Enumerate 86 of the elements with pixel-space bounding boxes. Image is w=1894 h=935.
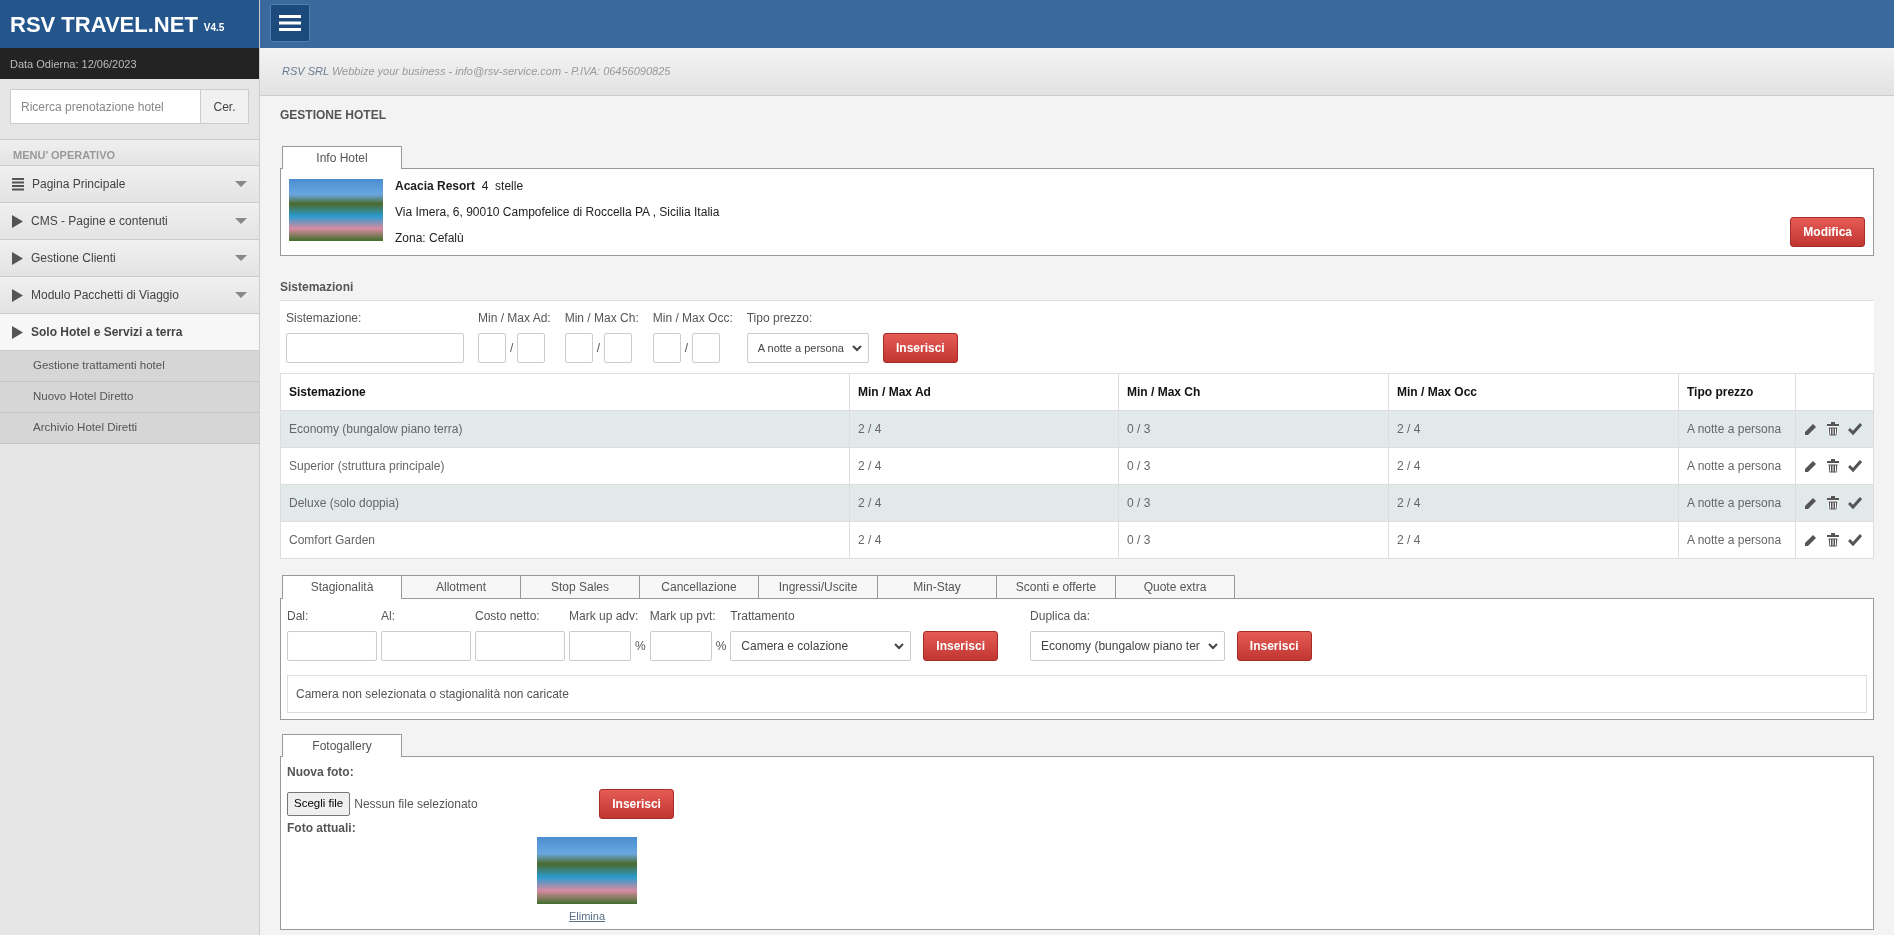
table-cell: Comfort Garden (280, 521, 850, 559)
status-message: Camera non selezionata o stagionalità non caricate (287, 675, 1867, 713)
separator-label: / (596, 340, 601, 357)
file-status: Nessun file selezionato (354, 796, 479, 813)
delete-link[interactable]: Elimina (568, 908, 606, 925)
field-label: Costo netto: (475, 608, 541, 625)
column-header: Tipo prezzo (1678, 373, 1796, 411)
tab[interactable]: Stagionalità (282, 575, 402, 599)
tab[interactable]: Stop Sales (520, 575, 640, 598)
field-label: Min / Max Ad: (478, 310, 551, 327)
table-cell: 2 / 4 (849, 447, 1119, 485)
version-label: V4.5 (203, 20, 225, 35)
tab[interactable]: Sconti e offerte (996, 575, 1116, 598)
brand-name: RSV TRAVEL.NET (10, 10, 198, 39)
tab[interactable]: Cancellazione (639, 575, 759, 598)
field-label: Foto attuali: (287, 820, 357, 837)
hotel-zone: Zona: Cefalù (395, 230, 465, 247)
table-cell: 2 / 4 (849, 484, 1119, 522)
field-label: Al: (381, 608, 396, 625)
menu-item[interactable]: Modulo Pacchetti di Viaggio (0, 277, 259, 314)
field-label: Mark up pvt: (649, 608, 717, 625)
table-cell: Economy (bungalow piano terra) (280, 410, 850, 448)
menu-item[interactable]: Gestione Clienti (0, 240, 259, 277)
hotel-address: Via Imera, 6, 90010 Campofelice di Roccella PA , Sicilia Italia (395, 204, 721, 221)
menu-item[interactable]: CMS - Pagine e contenuti (0, 203, 259, 240)
select-field[interactable]: Camera e colazione (730, 631, 912, 661)
table-cell: A notte a persona (1678, 410, 1796, 448)
column-header: Sistemazione (280, 373, 850, 411)
field-label: Min / Max Occ: (652, 310, 733, 327)
insert-button[interactable]: Inserisci (599, 789, 674, 819)
search-field[interactable]: Ricerca prenotazione hotel (10, 89, 201, 124)
column-header: Min / Max Occ (1388, 373, 1679, 411)
field-label: Mark up adv: (569, 608, 640, 625)
tab[interactable]: Quote extra (1115, 575, 1235, 598)
separator-label: / (684, 340, 689, 357)
hotel-name: Acacia Resort 4 stelle (395, 178, 525, 195)
page-title: GESTIONE HOTEL (280, 107, 387, 124)
edit-button[interactable]: Modifica (1790, 217, 1865, 247)
menu-item[interactable]: Pagina Principale (0, 166, 259, 203)
table-cell: 2 / 4 (1388, 484, 1679, 522)
field-label: Sistemazione: (286, 310, 363, 327)
table-cell: 0 / 3 (1118, 447, 1389, 485)
select-field[interactable]: Economy (bungalow piano ter (1030, 631, 1225, 661)
table-cell: Deluxe (solo doppia) (280, 484, 850, 522)
table-cell: 2 / 4 (1388, 521, 1679, 559)
percent-label: % (635, 638, 646, 655)
field-label: Duplica da: (1030, 608, 1092, 625)
table-cell: A notte a persona (1678, 447, 1796, 485)
date-label: Data Odierna: 12/06/2023 (0, 48, 259, 79)
field-label: Trattamento (730, 608, 796, 625)
tab[interactable]: Ingressi/Uscite (758, 575, 878, 598)
submenu-item[interactable]: Archivio Hotel Diretti (0, 413, 259, 444)
field-label: Nuova foto: (287, 764, 355, 781)
menu-item[interactable]: Solo Hotel e Servizi a terra (0, 314, 259, 351)
table-cell: A notte a persona (1678, 521, 1796, 559)
insert-button[interactable]: Inserisci (923, 631, 999, 661)
tab[interactable]: Allotment (401, 575, 521, 598)
table-cell: 2 / 4 (849, 410, 1119, 448)
table-cell: 2 / 4 (1388, 410, 1679, 448)
field-label: Dal: (287, 608, 310, 625)
insert-button[interactable]: Inserisci (882, 333, 958, 363)
table-cell: 2 / 4 (849, 521, 1119, 559)
submenu-item[interactable]: Nuovo Hotel Diretto (0, 382, 259, 413)
tab[interactable]: Min-Stay (877, 575, 997, 598)
select-field[interactable]: A notte a persona (746, 333, 869, 363)
insert-button[interactable]: Inserisci (1236, 631, 1312, 661)
table-cell: Superior (struttura principale) (280, 447, 850, 485)
table-cell: 0 / 3 (1118, 410, 1389, 448)
section-title: Sistemazioni (280, 279, 355, 296)
field-label: Tipo prezzo: (746, 310, 814, 327)
table-cell: A notte a persona (1678, 484, 1796, 522)
field-label: Min / Max Ch: (564, 310, 639, 327)
column-header: Min / Max Ad (849, 373, 1119, 411)
tab[interactable]: Info Hotel (282, 146, 402, 169)
table-cell: 2 / 4 (1388, 447, 1679, 485)
file-button[interactable]: Scegli file (287, 792, 351, 816)
company-info: RSV SRL Webbize your business - info@rsv-service.com - P.IVA: 06456090825 (282, 64, 672, 79)
menu-title: MENU' OPERATIVO (0, 139, 259, 166)
separator-label: / (510, 340, 514, 357)
table-cell: 0 / 3 (1118, 484, 1389, 522)
tab[interactable]: Fotogallery (282, 734, 402, 757)
percent-label: % (715, 638, 727, 655)
submenu-item[interactable]: Gestione trattamenti hotel (0, 351, 259, 382)
table-cell: 0 / 3 (1118, 521, 1389, 559)
search-button[interactable]: Cer. (201, 89, 249, 124)
column-header: Min / Max Ch (1118, 373, 1389, 411)
